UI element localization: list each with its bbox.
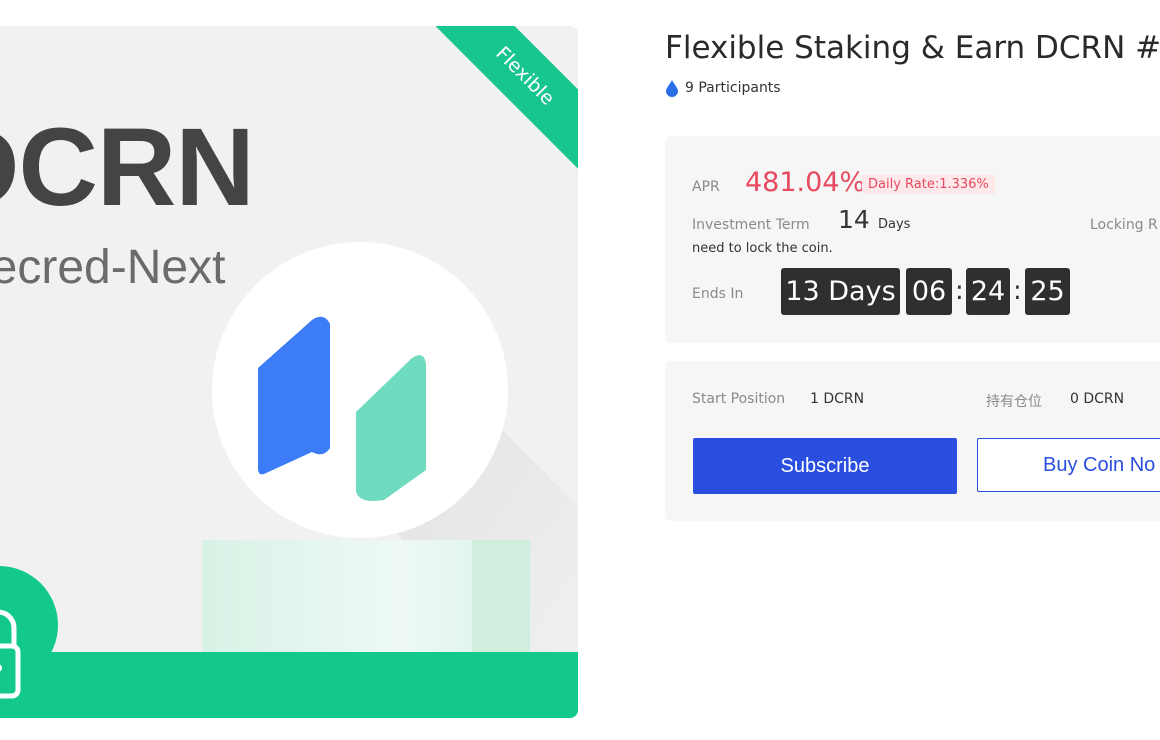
ends-in-label: Ends In <box>692 286 744 302</box>
buy-coin-button[interactable]: Buy Coin No <box>977 438 1160 492</box>
term-label: Investment Term <box>692 217 810 233</box>
banner-bottom-bar <box>0 652 578 718</box>
countdown-separator: : <box>955 276 964 306</box>
holding-label: 持有仓位 <box>986 394 1042 410</box>
start-position-label: Start Position <box>692 391 786 407</box>
apr-label: APR <box>692 179 720 195</box>
countdown-minutes: 24 <box>966 268 1010 315</box>
countdown-seconds: 25 <box>1025 268 1070 315</box>
start-position-value: 1 DCRN <box>810 391 865 407</box>
participants-count: 9 Participants <box>685 80 781 96</box>
locking-label: Locking R <box>1090 217 1158 233</box>
coin-symbol: DCRN <box>0 106 255 229</box>
countdown-separator: : <box>1013 276 1022 306</box>
daily-rate-badge: Daily Rate:1.336% <box>862 175 995 194</box>
apr-value: 481.04% <box>745 167 866 198</box>
coin-name: Decred-Next <box>0 241 226 294</box>
pedestal <box>202 540 530 666</box>
lock-note: need to lock the coin. <box>692 241 833 256</box>
term-unit: Days <box>878 217 911 232</box>
pedestal-side <box>472 540 530 666</box>
product-title: Flexible Staking & Earn DCRN #1 <box>665 30 1160 66</box>
countdown-hours: 06 <box>906 268 952 315</box>
subscribe-button[interactable]: Subscribe <box>693 438 957 494</box>
lock-icon <box>0 609 21 699</box>
holding-value: 0 DCRN <box>1070 391 1125 407</box>
dcrn-logo-icon <box>258 316 426 501</box>
countdown-days: 13 Days <box>781 268 900 315</box>
drop-icon <box>666 80 678 97</box>
term-value: 14 <box>838 205 870 234</box>
product-banner: Flexible DCRN Decred-Next <box>0 26 578 718</box>
participants-row: 9 Participants <box>665 79 781 97</box>
logo-circle <box>212 242 508 538</box>
